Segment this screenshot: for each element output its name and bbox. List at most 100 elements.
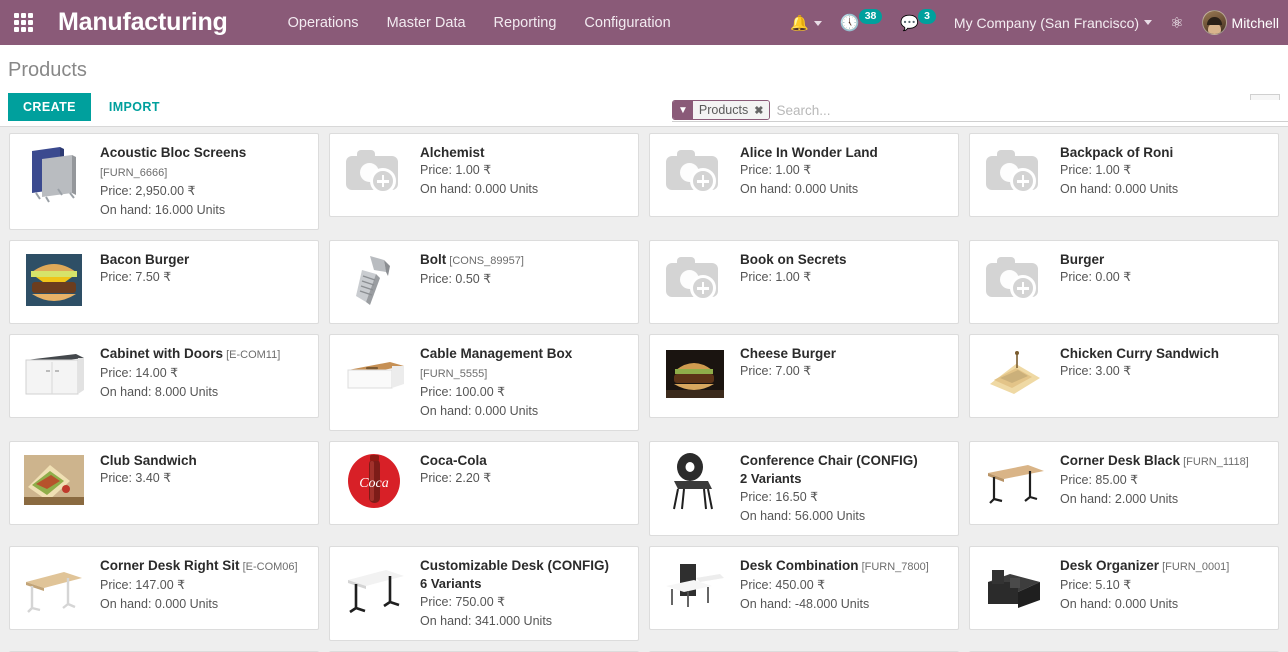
kanban-card-body[interactable]: Club Sandwich Price: 3.40 ₹	[9, 441, 319, 525]
messages-button[interactable]: 💬 3	[891, 0, 945, 45]
product-price: Price: 1.00 ₹	[420, 163, 492, 177]
product-name: Book on Secrets	[740, 252, 847, 267]
product-image	[658, 344, 732, 408]
menu-item-operations[interactable]: Operations	[274, 3, 373, 43]
product-image	[18, 344, 92, 408]
bell-icon: 🔔	[790, 14, 809, 32]
kanban-card[interactable]: Alice In Wonder Land Price: 1.00 ₹ On hand…	[644, 133, 964, 240]
kanban-card[interactable]: Cheese Burger Price: 7.00 ₹	[644, 334, 964, 441]
product-on-hand-qty: On hand: 16.000 Units	[100, 203, 226, 217]
kanban-card-body[interactable]: Alchemist Price: 1.00 ₹ On hand: 0.000 Uni…	[329, 133, 639, 217]
product-internal-reference: [FURN_6666]	[100, 167, 168, 179]
product-on-hand-qty: On hand: -48.000 Units	[740, 597, 870, 611]
kanban-card[interactable]: Alchemist Price: 1.00 ₹ On hand: 0.000 Uni…	[324, 133, 644, 240]
kanban-card[interactable]: Corner Desk Right Sit [E-COM06] Price: 14…	[4, 546, 324, 651]
kanban-card[interactable]: Coca Coca-Cola Price: 2.20 ₹	[324, 441, 644, 546]
breadcrumb[interactable]: Products	[8, 57, 87, 83]
kanban-card-body[interactable]: Chicken Curry Sandwich Price: 3.00 ₹	[969, 334, 1279, 418]
kanban-card-content: Backpack of Roni Price: 1.00 ₹ On hand: 0.…	[1060, 143, 1268, 207]
main-menu: Operations Master Data Reporting Configu…	[274, 3, 685, 43]
product-internal-reference: [CONS_89957]	[446, 255, 524, 267]
kanban-card-body[interactable]: Corner Desk Black [FURN_1118] Price: 85.0…	[969, 441, 1279, 525]
kanban-card[interactable]: Book on Secrets Price: 1.00 ₹	[644, 240, 964, 334]
notifications-button[interactable]: 🔔	[781, 0, 831, 45]
product-on-hand-qty: On hand: 341.000 Units	[420, 614, 553, 628]
kanban-card[interactable]: Bacon Burger Price: 7.50 ₹	[4, 240, 324, 334]
product-variants-count: 6 Variants	[420, 576, 482, 591]
import-button[interactable]: IMPORT	[97, 93, 172, 121]
product-name: Chicken Curry Sandwich	[1060, 346, 1220, 361]
create-button[interactable]: CREATE	[8, 93, 91, 121]
kanban-card-body[interactable]: Cabinet with Doors [E-COM11] Price: 14.00…	[9, 334, 319, 418]
product-image	[18, 451, 92, 515]
search-facet-products[interactable]: ▼ Products ✖	[672, 100, 771, 120]
kanban-card-content: Bacon Burger Price: 7.50 ₹	[100, 250, 308, 314]
product-name: Club Sandwich	[100, 453, 197, 468]
kanban-card-body[interactable]: Burger Price: 0.00 ₹	[969, 240, 1279, 324]
kanban-card[interactable]: Conference Chair (CONFIG) 2 Variants Price…	[644, 441, 964, 546]
product-on-hand-qty: On hand: 8.000 Units	[100, 385, 219, 399]
kanban-card-body[interactable]: Corner Desk Right Sit [E-COM06] Price: 14…	[9, 546, 319, 630]
product-on-hand-qty: On hand: 2.000 Units	[1060, 492, 1179, 506]
kanban-card-body[interactable]: Alice In Wonder Land Price: 1.00 ₹ On hand…	[649, 133, 959, 217]
product-price: Price: 2.20 ₹	[420, 471, 492, 485]
kanban-card-body[interactable]: Backpack of Roni Price: 1.00 ₹ On hand: 0.…	[969, 133, 1279, 217]
product-price: Price: 14.00 ₹	[100, 366, 179, 380]
apps-menu-button[interactable]	[0, 0, 46, 45]
kanban-card[interactable]: Cabinet with Doors [E-COM11] Price: 14.00…	[4, 334, 324, 441]
company-switcher[interactable]: My Company (San Francisco)	[945, 0, 1161, 45]
product-name: Alchemist	[420, 145, 485, 160]
user-menu-button[interactable]: Mitchell	[1193, 0, 1288, 45]
product-image	[338, 556, 412, 620]
product-name: Cable Management Box [FURN_5555]	[420, 346, 573, 380]
kanban-card[interactable]: Desk Organizer [FURN_0001] Price: 5.10 ₹ O…	[964, 546, 1284, 651]
kanban-card-content: Cheese Burger Price: 7.00 ₹	[740, 344, 948, 408]
avatar	[1201, 10, 1227, 35]
kanban-card[interactable]: Club Sandwich Price: 3.40 ₹	[4, 441, 324, 546]
kanban-card-body[interactable]: Cable Management Box [FURN_5555] Price: 1…	[329, 334, 639, 431]
kanban-card-body[interactable]: Coca Coca-Cola Price: 2.20 ₹	[329, 441, 639, 525]
app-brand-title[interactable]: Manufacturing	[58, 8, 228, 37]
kanban-card-body[interactable]: Bacon Burger Price: 7.50 ₹	[9, 240, 319, 324]
activities-button[interactable]: 🕔 38	[831, 0, 892, 45]
kanban-card-body[interactable]: Customizable Desk (CONFIG) 6 Variants Pric…	[329, 546, 639, 641]
kanban-card-content: Club Sandwich Price: 3.40 ₹	[100, 451, 308, 515]
kanban-card[interactable]: Desk Combination [FURN_7800] Price: 450.0…	[644, 546, 964, 651]
product-price: Price: 16.50 ₹	[740, 490, 819, 504]
product-variants-count: 2 Variants	[740, 471, 802, 486]
messages-count-badge: 3	[918, 9, 936, 24]
product-image	[18, 250, 92, 314]
kanban-card[interactable]: Acoustic Bloc Screens [FURN_6666] Price: …	[4, 133, 324, 240]
search-box[interactable]: ▼ Products ✖	[672, 100, 1288, 122]
kanban-card[interactable]: Bolt [CONS_89957] Price: 0.50 ₹	[324, 240, 644, 334]
kanban-card-body[interactable]: Bolt [CONS_89957] Price: 0.50 ₹	[329, 240, 639, 324]
product-on-hand-qty: On hand: 0.000 Units	[420, 182, 539, 196]
kanban-card-body[interactable]: Cheese Burger Price: 7.00 ₹	[649, 334, 959, 418]
menu-item-master-data[interactable]: Master Data	[373, 3, 480, 43]
kanban-card[interactable]: Backpack of Roni Price: 1.00 ₹ On hand: 0.…	[964, 133, 1284, 240]
kanban-card[interactable]: Customizable Desk (CONFIG) 6 Variants Pric…	[324, 546, 644, 651]
kanban-card[interactable]: Cable Management Box [FURN_5555] Price: 1…	[324, 334, 644, 441]
product-on-hand-qty: On hand: 0.000 Units	[1060, 597, 1179, 611]
kanban-card-body[interactable]: Conference Chair (CONFIG) 2 Variants Price…	[649, 441, 959, 536]
menu-item-reporting[interactable]: Reporting	[480, 3, 571, 43]
kanban-card-body[interactable]: Desk Organizer [FURN_0001] Price: 5.10 ₹ O…	[969, 546, 1279, 630]
kanban-card[interactable]: Corner Desk Black [FURN_1118] Price: 85.0…	[964, 441, 1284, 546]
product-image: Coca	[338, 451, 412, 515]
product-price: Price: 3.00 ₹	[1060, 364, 1132, 378]
kanban-card-content: Alice In Wonder Land Price: 1.00 ₹ On hand…	[740, 143, 948, 207]
kanban-card-body[interactable]: Acoustic Bloc Screens [FURN_6666] Price: …	[9, 133, 319, 230]
product-internal-reference: [FURN_5555]	[420, 368, 488, 380]
kanban-card[interactable]: Chicken Curry Sandwich Price: 3.00 ₹	[964, 334, 1284, 441]
search-view: ▼ Products ✖	[672, 100, 1288, 124]
menu-item-configuration[interactable]: Configuration	[570, 3, 684, 43]
kanban-card-body[interactable]: Book on Secrets Price: 1.00 ₹	[649, 240, 959, 324]
kanban-card-content: Cable Management Box [FURN_5555] Price: 1…	[420, 344, 628, 421]
kanban-card[interactable]: Burger Price: 0.00 ₹	[964, 240, 1284, 334]
close-icon[interactable]: ✖	[754, 104, 763, 117]
search-input[interactable]	[772, 100, 1288, 121]
kanban-card-body[interactable]: Desk Combination [FURN_7800] Price: 450.0…	[649, 546, 959, 630]
product-image	[658, 556, 732, 620]
product-name: Cheese Burger	[740, 346, 837, 361]
developer-tools-button[interactable]: ⚛	[1161, 0, 1192, 45]
